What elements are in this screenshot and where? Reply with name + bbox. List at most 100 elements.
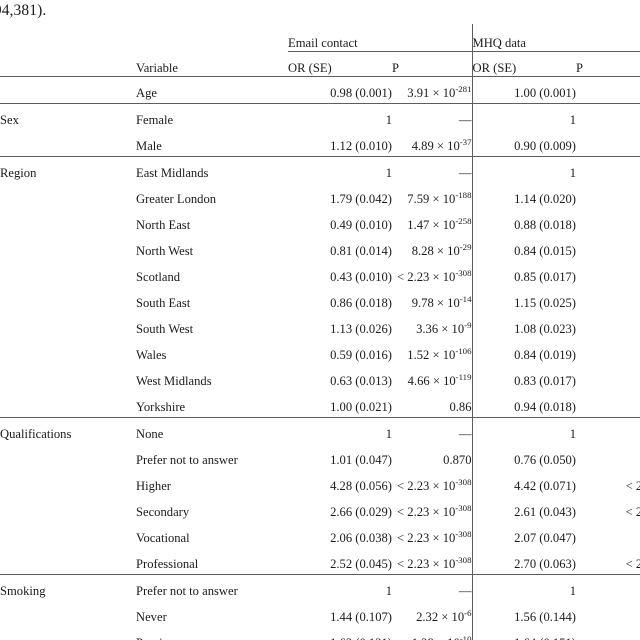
row-variable-label: Age [136, 76, 288, 104]
row-variable-label: Prefer not to answer [136, 574, 288, 601]
email-or-value: 1.00 (0.021) [330, 400, 392, 414]
group-header-spacer-2 [136, 24, 288, 52]
mhq-or-value: 2.70 (0.063) [471, 548, 576, 575]
row-group-label [0, 365, 136, 391]
mhq-p-value: 3.02 × 10-12 [576, 287, 640, 313]
row-variable-label: Prefer not to answer [136, 453, 238, 467]
p-value-exponent: -258 [455, 215, 472, 226]
mhq-or-value: 2.07 (0.047) [471, 522, 576, 548]
row-variable-label: None [136, 417, 288, 444]
mhq-or-value: 0.88 (0.018) [471, 209, 576, 235]
row-variable-label: Greater London [136, 192, 217, 206]
mhq-p-value: 1.18 × 10-6 [576, 601, 640, 627]
group-header-spacer-1 [0, 24, 136, 52]
email-or-value: 1.44 (0.107) [330, 610, 392, 624]
email-or-value: 1.79 (0.042) [330, 192, 392, 206]
p-value-exponent: -37 [459, 136, 472, 147]
column-header-email-p: P [392, 51, 472, 77]
mhq-p-value: — [576, 417, 640, 444]
mhq-p-value: 1.40 × 10-17 [576, 339, 640, 365]
mhq-p-value: 6.62 × 10-8 [576, 627, 640, 640]
table-row: Secondary 2.66 (0.029) < 2.23 × 10-308 2.61… [0, 496, 640, 522]
mhq-p-value: < 2.23 × 10-308 [625, 479, 640, 493]
statistics-table: Email contact MHQ data Variable OR (SE) … [0, 24, 640, 640]
statistics-table-container: Email contact MHQ data Variable OR (SE) … [0, 24, 640, 640]
mhq-p-value: — [576, 103, 640, 130]
row-group-label: Smoking [0, 574, 136, 601]
group-header-row: Email contact MHQ data [0, 24, 640, 52]
email-p-value: 4.66 × 10-119 [407, 371, 472, 388]
mhq-or-value: 1 [471, 103, 576, 130]
row-group-label [0, 444, 136, 470]
row-group-label [0, 261, 136, 287]
table-row: Age 0.98 (0.001) 3.91 × 10-281 1.00 (0.001)… [0, 76, 640, 104]
p-value-exponent: -14 [459, 293, 472, 304]
mhq-or-value: 0.84 (0.015) [471, 235, 576, 261]
row-variable-label: Higher [136, 479, 171, 493]
email-or-value: 0.49 (0.010) [330, 218, 392, 232]
mhq-p-value: 2.69 × 10-19 [576, 365, 640, 391]
mhq-p-value: < 2.23 × 10-308 [625, 505, 640, 519]
row-variable-label: Male [136, 139, 162, 153]
email-or-value: 1.01 (0.047) [330, 453, 392, 467]
email-or-value: 2.66 (0.029) [330, 505, 392, 519]
table-row: QualificationsNone1—1— [0, 417, 640, 444]
p-value-exponent: -281 [455, 83, 472, 94]
row-variable-label: Secondary [136, 505, 190, 519]
mhq-or-value: 1 [471, 574, 576, 601]
column-header-variable: Variable [136, 51, 288, 77]
column-header-mhq-or: OR (SE) [471, 51, 576, 77]
email-p-value: — [392, 574, 472, 601]
row-group-label [0, 470, 136, 496]
mhq-or-value: 0.76 (0.050) [471, 444, 576, 470]
row-variable-label: Previous [136, 627, 288, 640]
p-value-exponent: -308 [455, 476, 472, 487]
email-p-value: < 2.23 × 10-308 [397, 528, 472, 545]
email-or-value: 1 [288, 156, 392, 183]
mhq-p-value: < 2.23 × 10-308 [625, 557, 640, 571]
mhq-or-value: 0.90 (0.009) [471, 130, 576, 157]
mhq-p-value: — [576, 156, 640, 183]
row-variable-label: North West [136, 244, 194, 258]
row-variable-label: Professional [136, 557, 199, 571]
row-group-label [0, 313, 136, 339]
table-row: Scotland 0.43 (0.010) < 2.23 × 10-308 0.85 … [0, 261, 640, 287]
p-value-exponent: -9 [464, 319, 472, 330]
row-variable-label: Female [136, 103, 288, 130]
mhq-p-value: 1.85 × 10-4 [576, 391, 640, 418]
table-row: SmokingPrefer not to answer1—1— [0, 574, 640, 601]
email-or-value: 0.63 (0.013) [330, 374, 392, 388]
email-or-value: 0.43 (0.010) [330, 270, 392, 284]
p-value-exponent: -308 [455, 267, 472, 278]
row-group-label: Qualifications [0, 417, 136, 444]
row-group-label [0, 548, 136, 575]
email-or-value: 0.86 (0.018) [330, 296, 392, 310]
mhq-or-value: 1.15 (0.025) [471, 287, 576, 313]
row-group-label [0, 287, 136, 313]
row-group-label [0, 130, 136, 157]
email-or-value: 4.28 (0.056) [330, 479, 392, 493]
row-group-label [0, 339, 136, 365]
email-p-value: 1.52 × 10-106 [407, 345, 472, 362]
p-value-exponent: -10 [459, 633, 472, 640]
mhq-or-value: 0.94 (0.018) [471, 391, 576, 418]
table-row: South West 1.13 (0.026) 3.36 × 10-9 1.08 (0… [0, 313, 640, 339]
row-variable-label: Scotland [136, 270, 181, 284]
table-row: Greater London 1.79 (0.042) 7.59 × 10-188 1… [0, 183, 640, 209]
email-p-value: 4.89 × 10-37 [411, 136, 472, 153]
table-row: Male 1.12 (0.010) 4.89 × 10-37 0.90 (0.009)… [0, 130, 640, 157]
email-or-value: 1 [288, 103, 392, 130]
row-group-label [0, 76, 136, 104]
column-header-mhq-p: P [576, 51, 640, 77]
row-variable-label: South West [136, 322, 194, 336]
table-row: RegionEast Midlands1—1— [0, 156, 640, 183]
p-value-exponent: -188 [455, 189, 472, 200]
email-p-value: — [392, 103, 472, 130]
email-p-value: < 2.23 × 10-308 [397, 476, 472, 493]
p-value-exponent: -6 [464, 607, 472, 618]
table-header: Email contact MHQ data Variable OR (SE) … [0, 24, 640, 77]
row-variable-label: West Midlands [136, 374, 212, 388]
email-p-value: < 2.23 × 10-308 [397, 502, 472, 519]
mhq-or-value: 1.64 (0.151) [471, 627, 576, 640]
table-row: North West 0.81 (0.014) 8.28 × 10-29 0.84 (… [0, 235, 640, 261]
